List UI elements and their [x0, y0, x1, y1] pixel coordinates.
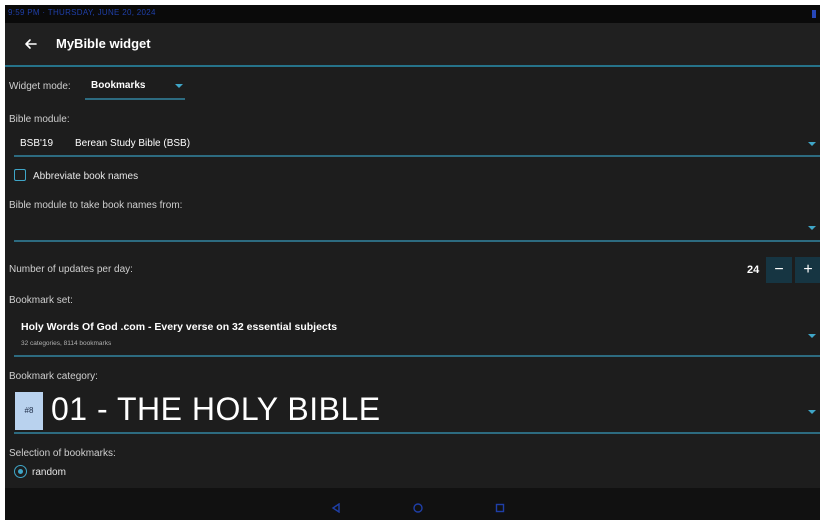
decrement-button[interactable]: −: [766, 257, 792, 283]
device-screen: 9:59 PM · THURSDAY, JUNE 20, 2024 MyBibl…: [5, 5, 820, 520]
random-label: random: [32, 467, 66, 478]
category-underline: [14, 432, 820, 434]
updates-value: 24: [747, 264, 760, 276]
bookmark-set-underline: [14, 355, 820, 357]
radio-selected-dot: [17, 468, 23, 474]
book-names-module-label: Bible module to take book names from:: [9, 200, 183, 211]
bookmark-set-title: Holy Words Of God .com - Every verse on …: [21, 321, 338, 333]
bookmark-set-subtitle: 32 categories, 8114 bookmarks: [21, 340, 112, 347]
bookmark-set-label: Bookmark set:: [9, 295, 73, 306]
widget-mode-dropdown-icon: [175, 84, 183, 88]
category-badge: #8: [15, 392, 43, 430]
category-value: 01 - THE HOLY BIBLE: [51, 391, 381, 427]
app-bar: MyBible widget: [5, 23, 820, 67]
bible-module-name: Berean Study Bible (BSB): [75, 138, 191, 149]
random-radio[interactable]: [14, 465, 27, 478]
navigation-bar: [5, 488, 820, 520]
bible-module-abbr: BSB'19: [20, 138, 54, 149]
page-title: MyBible widget: [56, 36, 151, 51]
bible-module-dropdown-icon: [808, 142, 816, 146]
category-dropdown-icon: [808, 410, 816, 414]
bible-module-underline: [14, 155, 820, 157]
bookmark-category-label: Bookmark category:: [9, 371, 98, 382]
abbreviate-label: Abbreviate book names: [33, 171, 139, 182]
status-bar: 9:59 PM · THURSDAY, JUNE 20, 2024: [5, 5, 820, 23]
widget-mode-underline: [85, 98, 185, 100]
selection-label: Selection of bookmarks:: [9, 448, 116, 459]
back-triangle-icon[interactable]: [331, 500, 341, 514]
book-names-underline: [14, 240, 820, 242]
back-arrow-icon[interactable]: [21, 34, 41, 54]
recents-square-icon[interactable]: [495, 500, 505, 513]
battery-icon: [812, 10, 816, 18]
status-text: 9:59 PM · THURSDAY, JUNE 20, 2024: [8, 8, 156, 17]
bible-module-label: Bible module:: [9, 114, 70, 125]
abbreviate-checkbox[interactable]: [14, 169, 26, 181]
bookmark-set-dropdown-icon: [808, 334, 816, 338]
widget-mode-value: Bookmarks: [91, 80, 146, 91]
home-circle-icon[interactable]: [413, 500, 423, 513]
widget-mode-label: Widget mode:: [9, 81, 71, 92]
increment-button[interactable]: +: [795, 257, 820, 283]
book-names-dropdown-icon: [808, 226, 816, 230]
updates-label: Number of updates per day:: [9, 264, 133, 275]
